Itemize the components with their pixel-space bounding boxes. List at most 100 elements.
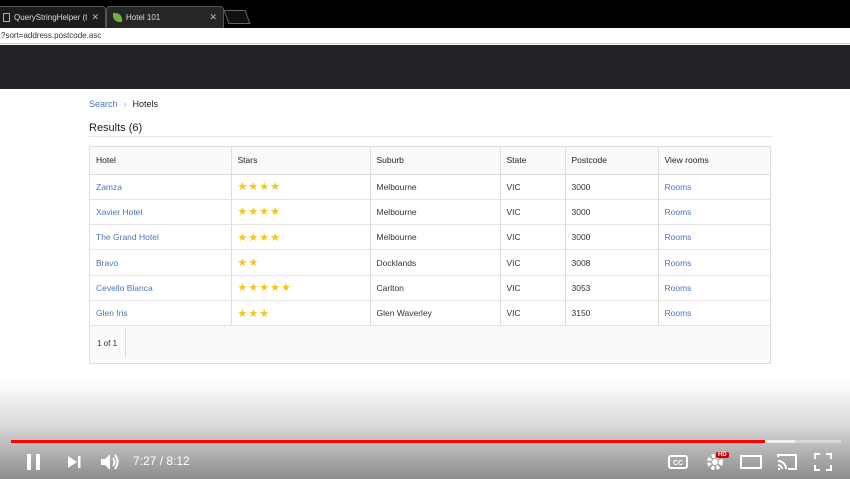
breadcrumb-current: Hotels [132, 99, 159, 109]
rooms-link: Rooms [658, 275, 770, 301]
pager: 1 of 1 [90, 328, 126, 358]
rooms-link-text[interactable]: Rooms [665, 232, 692, 242]
hotel-name-link-text[interactable]: Bravo [96, 258, 118, 268]
state-cell-text: VIC [506, 206, 521, 217]
hotel-name-link: Xavier Hotel [90, 199, 232, 226]
rooms-link: Rooms [658, 224, 770, 251]
star-icons: ★★★★★ [237, 282, 292, 295]
cast-button[interactable] [775, 452, 799, 472]
suburb-cell: Melbourne [370, 199, 501, 226]
volume-button[interactable] [98, 451, 122, 473]
state-cell-text: VIC [506, 282, 521, 293]
browser-tab-querystringhelper[interactable]: QueryStringHelper (thym ✕ [0, 6, 106, 28]
rooms-link: Rooms [658, 174, 770, 200]
table-row: The Grand Hotel ★★★★ Melbourne VIC 3000 Rooms [90, 224, 770, 251]
star-rating: ★★★★ [231, 224, 371, 251]
results-title: Results (6) [89, 122, 143, 134]
results-panel: Hotel Stars Suburb State Postcode View r… [89, 146, 771, 364]
state-cell: VIC [500, 275, 566, 301]
pause-button[interactable] [24, 452, 44, 472]
progress-bar[interactable] [11, 440, 841, 443]
postcode-cell-text: 3000 [571, 232, 591, 243]
state-cell-text: VIC [506, 308, 521, 319]
state-cell: VIC [500, 174, 566, 200]
volume-icon [101, 454, 119, 470]
state-cell-text: VIC [506, 257, 521, 268]
rooms-link: Rooms [658, 199, 770, 226]
time-display: 7:27 / 8:12 [133, 454, 190, 468]
state-cell-text: VIC [506, 232, 521, 243]
theater-mode-button[interactable] [739, 453, 763, 471]
next-button[interactable] [64, 452, 84, 472]
hotel-name-link-text[interactable]: Glen Iris [96, 308, 128, 318]
rooms-link: Rooms [658, 249, 770, 276]
fullscreen-button[interactable] [812, 452, 834, 472]
hotel-name-link-text[interactable]: Xavier Hotel [96, 207, 142, 217]
rooms-link-text[interactable]: Rooms [665, 308, 692, 318]
rooms-link-text[interactable]: Rooms [665, 207, 692, 217]
suburb-cell: Glen Waverley [370, 300, 501, 327]
column-header-suburb[interactable]: Suburb [370, 147, 501, 175]
table-header-row: Hotel Stars Suburb State Postcode View r… [90, 147, 770, 175]
rooms-link: Rooms [658, 300, 770, 327]
suburb-cell-text: Docklands [376, 257, 417, 268]
table-row: Zamza ★★★★ Melbourne VIC 3000 Rooms [90, 174, 770, 200]
hotel-name-link: Zamza [90, 174, 232, 200]
postcode-cell-text: 3053 [571, 282, 591, 293]
page-count: 1 of 1 [97, 338, 118, 348]
table-row: Cevello Blanca ★★★★★ Carlton VIC 3053 Rooms [90, 275, 770, 301]
column-header-stars[interactable]: Stars [231, 147, 371, 175]
divider [89, 136, 771, 137]
rooms-link-text[interactable]: Rooms [665, 258, 692, 268]
captions-button[interactable]: CC [667, 453, 689, 471]
star-icons: ★★★ [237, 307, 271, 320]
tab-title: QueryStringHelper (thym [14, 13, 88, 22]
hd-badge: HD [716, 452, 729, 458]
postcode-cell-text: 3000 [571, 181, 591, 192]
postcode-cell-text: 3000 [571, 206, 591, 217]
postcode-cell: 3000 [565, 174, 659, 200]
pause-icon [27, 454, 40, 470]
postcode-cell: 3000 [565, 199, 659, 226]
column-header-postcode[interactable]: Postcode [565, 147, 659, 175]
page-icon [3, 13, 10, 22]
suburb-cell-text: Glen Waverley [376, 308, 432, 319]
close-icon[interactable]: ✕ [209, 12, 217, 23]
state-cell: VIC [500, 249, 566, 276]
cast-icon [777, 454, 797, 470]
theater-icon [740, 455, 762, 469]
browser-tab-hotel-101[interactable]: Hotel 101 ✕ [106, 6, 224, 28]
star-rating: ★★★★ [231, 199, 371, 226]
state-cell: VIC [500, 224, 566, 251]
column-header-state[interactable]: State [500, 147, 566, 175]
close-icon[interactable]: ✕ [91, 12, 99, 23]
url-text: ?sort=address.postcode.asc [1, 31, 102, 40]
address-bar[interactable]: ?sort=address.postcode.asc [0, 28, 850, 44]
table-row: Xavier Hotel ★★★★ Melbourne VIC 3000 Rooms [90, 199, 770, 226]
new-tab-button[interactable] [223, 10, 251, 24]
column-header-view-rooms: View rooms [658, 147, 770, 175]
rooms-link-text[interactable]: Rooms [665, 283, 692, 293]
leaf-icon [113, 13, 122, 22]
suburb-cell-text: Melbourne [376, 232, 417, 243]
postcode-cell: 3008 [565, 249, 659, 276]
state-cell-text: VIC [506, 181, 521, 192]
table-row: Glen Iris ★★★ Glen Waverley VIC 3150 Rooms [90, 300, 770, 327]
star-icons: ★★★★ [237, 181, 281, 194]
postcode-cell-text: 3008 [571, 257, 591, 268]
hotel-name-link-text[interactable]: Zamza [96, 182, 122, 192]
suburb-cell-text: Carlton [376, 282, 404, 293]
svg-text:CC: CC [673, 460, 683, 467]
star-icons: ★★★★ [237, 206, 281, 219]
hotel-name-link-text[interactable]: Cevello Blanca [96, 283, 153, 293]
column-header-hotel[interactable]: Hotel [90, 147, 232, 175]
rooms-link-text[interactable]: Rooms [665, 182, 692, 192]
breadcrumb-search-link[interactable]: Search [89, 99, 118, 109]
hotel-name-link: Bravo [90, 249, 232, 276]
suburb-cell-text: Melbourne [376, 181, 417, 192]
suburb-cell: Melbourne [370, 224, 501, 251]
hotel-name-link-text[interactable]: The Grand Hotel [96, 232, 159, 242]
breadcrumb-separator: › [123, 99, 127, 109]
table-row: Bravo ★★ Docklands VIC 3008 Rooms [90, 249, 770, 276]
star-rating: ★★★★ [231, 174, 371, 200]
